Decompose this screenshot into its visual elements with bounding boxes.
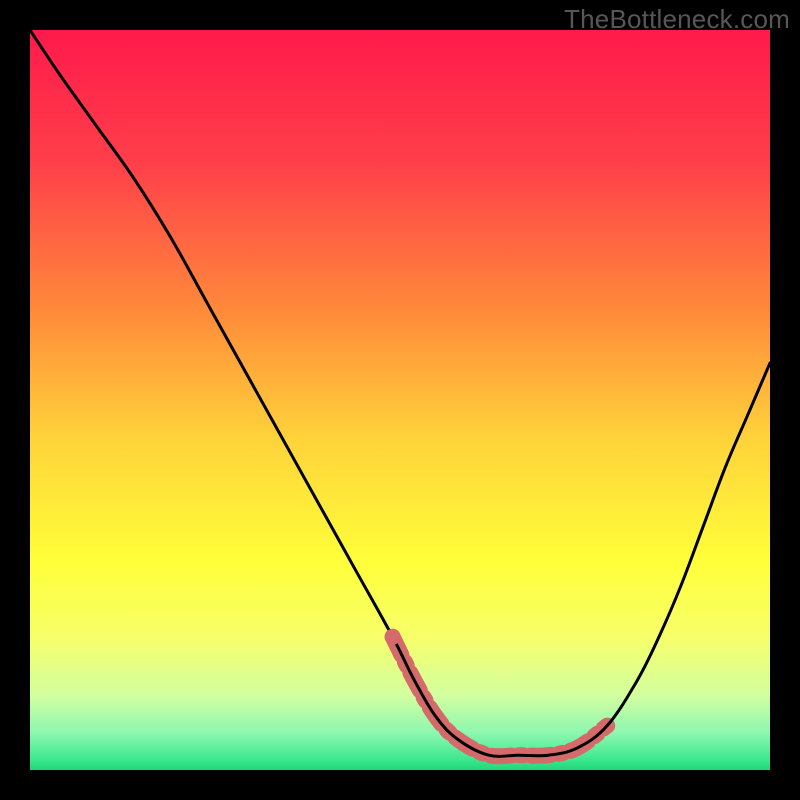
chart-frame: TheBottleneck.com (0, 0, 800, 800)
highlight-start-dot (385, 629, 401, 645)
chart-svg (30, 30, 770, 770)
bottleneck-chart (30, 30, 770, 770)
